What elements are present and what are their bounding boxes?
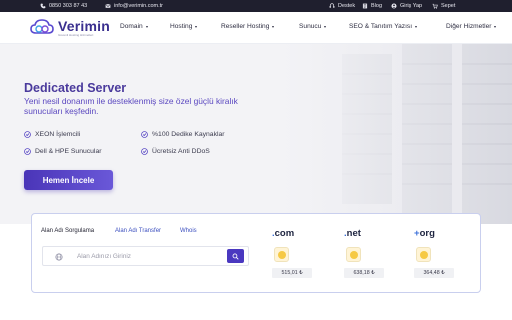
- check-circle-icon: [141, 131, 148, 138]
- top-bar: 0850 303 87 43 info@verimin.com.tr Deste…: [0, 0, 512, 12]
- domain-search-input[interactable]: Alan Adınızı Giriniz: [42, 246, 249, 266]
- nav-item-sunucu[interactable]: Sunucu: [299, 23, 327, 30]
- feature-item: Ücretsiz Anti DDoS: [141, 148, 210, 155]
- feature-item: %100 Dedike Kaynaklar: [141, 131, 225, 138]
- feature-item: XEON İşlemcili: [24, 131, 80, 138]
- tld-name: .net: [344, 228, 361, 239]
- check-circle-icon: [24, 148, 31, 155]
- brand-name: Verimin: [58, 18, 110, 34]
- tld-name: +org: [414, 228, 435, 239]
- blog-icon: [362, 3, 368, 9]
- nav-item-diger-hizmetler[interactable]: Diğer Hizmetler: [446, 23, 497, 30]
- caret-down-icon: [145, 25, 148, 28]
- mail-icon: [105, 3, 111, 8]
- tld-price: 364,48 ₺: [414, 268, 454, 278]
- user-icon: [391, 3, 397, 9]
- hero-section: Dedicated Server Yeni nesil donanım ile …: [0, 44, 512, 224]
- cloud-logo-icon: [30, 19, 54, 34]
- email-address: info@verimin.com.tr: [114, 3, 163, 9]
- tab-alan-adi-sorgulama[interactable]: Alan Adı Sorgulama: [41, 228, 94, 234]
- tld-com[interactable]: .com 515,01 ₺: [272, 228, 324, 288]
- tld-net[interactable]: .net 638,18 ₺: [344, 228, 396, 288]
- topbar-link-cart[interactable]: Sepet: [432, 0, 455, 12]
- phone-contact[interactable]: 0850 303 87 43: [40, 0, 87, 12]
- coin-icon: [346, 247, 361, 262]
- caret-down-icon: [272, 25, 275, 28]
- phone-number: 0850 303 87 43: [49, 3, 88, 9]
- search-placeholder: Alan Adınızı Giriniz: [77, 253, 131, 260]
- server-rack-background: [282, 44, 512, 224]
- globe-icon: [55, 253, 63, 261]
- coin-icon: [416, 247, 431, 262]
- tld-price: 638,18 ₺: [344, 268, 384, 278]
- nav-item-reseller-hosting[interactable]: Reseller Hosting: [221, 23, 275, 30]
- nav-item-hosting[interactable]: Hosting: [170, 23, 198, 30]
- caret-down-icon: [494, 25, 497, 28]
- coin-icon: [274, 247, 289, 262]
- feature-item: Dell & HPE Sunucular: [24, 148, 102, 155]
- topbar-link-destek[interactable]: Destek: [329, 0, 355, 12]
- cart-icon: [432, 3, 438, 9]
- check-circle-icon: [24, 131, 31, 138]
- brand-logo[interactable]: Verimin Güvenli Hosting Hizmetleri: [30, 18, 110, 38]
- main-header: Verimin Güvenli Hosting Hizmetleri Domai…: [0, 12, 512, 44]
- tld-org[interactable]: +org 364,48 ₺: [414, 228, 466, 288]
- hero-subtitle: Yeni nesil donanım ile desteklenmiş size…: [24, 96, 238, 116]
- headset-icon: [329, 3, 335, 8]
- tab-alan-adi-transfer[interactable]: Alan Adı Transfer: [115, 228, 161, 234]
- search-icon: [232, 253, 239, 260]
- caret-down-icon: [415, 25, 418, 28]
- nav-item-seo[interactable]: SEO & Tanıtım Yazısı: [349, 23, 418, 30]
- hero-title: Dedicated Server: [24, 81, 127, 95]
- topbar-link-login[interactable]: Giriş Yap: [391, 0, 422, 12]
- search-button[interactable]: [227, 249, 244, 263]
- tld-name: .com: [272, 228, 295, 239]
- topbar-link-blog[interactable]: Blog: [362, 0, 382, 12]
- tab-whois[interactable]: Whois: [180, 228, 197, 234]
- caret-down-icon: [195, 25, 198, 28]
- hemen-incele-button[interactable]: Hemen İncele: [24, 170, 113, 190]
- email-contact[interactable]: info@verimin.com.tr: [105, 0, 163, 12]
- nav-item-domain[interactable]: Domain: [120, 23, 148, 30]
- tld-price: 515,01 ₺: [272, 268, 312, 278]
- phone-icon: [40, 3, 46, 9]
- check-circle-icon: [141, 148, 148, 155]
- caret-down-icon: [324, 25, 327, 28]
- domain-search-card: Alan Adı Sorgulama Alan Adı Transfer Who…: [31, 213, 481, 293]
